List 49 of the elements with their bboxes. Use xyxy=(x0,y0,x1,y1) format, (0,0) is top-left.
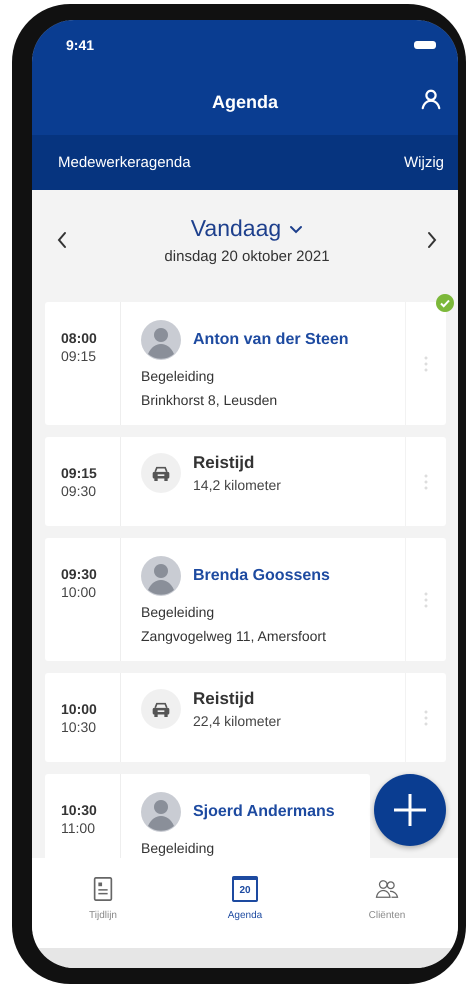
end-time: 09:15 xyxy=(61,348,98,364)
end-time: 09:30 xyxy=(61,483,98,499)
start-time: 10:00 xyxy=(61,701,98,717)
previous-day-icon[interactable] xyxy=(56,230,68,250)
start-time: 09:15 xyxy=(61,465,98,481)
client-name[interactable]: Anton van der Steen xyxy=(193,331,349,349)
nav-tab[interactable]: 20 Agenda xyxy=(205,876,285,921)
client-name[interactable]: Brenda Goossens xyxy=(193,567,330,585)
calendar-icon: 20 xyxy=(232,876,258,902)
car-icon xyxy=(141,453,181,493)
address-text: Brinkhorst 8, Leusden xyxy=(141,392,278,408)
end-time: 10:00 xyxy=(61,584,98,600)
distance-text: 14,2 kilometer xyxy=(193,477,281,493)
start-time: 09:30 xyxy=(61,566,98,582)
appointment-card[interactable]: 09:30 10:00 Brenda Goossens Begeleiding Zangvogelweg 11, Amersfoort xyxy=(45,538,446,661)
avatar-icon xyxy=(141,320,181,360)
date-text: dinsdag 20 oktober 2021 xyxy=(164,248,330,265)
appointment-type: Begeleiding xyxy=(141,368,216,384)
edit-link[interactable]: Wijzig xyxy=(404,154,444,171)
address-text: Zangvogelweg 11, Amersfoort xyxy=(141,628,327,644)
screen-title: Agenda xyxy=(212,92,278,113)
end-time: 10:30 xyxy=(61,719,98,735)
distance-text: 22,4 kilometer xyxy=(193,713,281,729)
appointment-type: Begeleiding xyxy=(141,840,216,856)
appointment-card[interactable]: 08:00 09:15 Anton van der Steen Begeleiding Brinkhorst 8, Leusden xyxy=(45,302,446,425)
travel-title: Reistijd xyxy=(193,453,256,473)
appointment-type: Begeleiding xyxy=(141,604,216,620)
avatar-icon xyxy=(141,792,181,832)
add-button[interactable] xyxy=(374,774,446,846)
avatar-icon xyxy=(141,556,181,596)
document-icon xyxy=(91,876,115,902)
next-day-icon[interactable] xyxy=(426,230,438,250)
appointment-card[interactable]: 10:30 11:00 Sjoerd Andermans Begeleiding xyxy=(45,774,370,858)
caret-icon xyxy=(289,224,304,234)
date-dropdown[interactable]: Vandaag xyxy=(190,215,304,242)
battery-icon xyxy=(414,41,436,49)
end-time: 11:00 xyxy=(61,820,96,836)
travel-title: Reistijd xyxy=(193,689,256,709)
start-time: 10:30 xyxy=(61,802,98,818)
client-name[interactable]: Sjoerd Andermans xyxy=(193,803,335,821)
appointment-card[interactable]: 10:00 10:30 Reistijd 22,4 kilometer xyxy=(45,673,446,762)
car-icon xyxy=(141,689,181,729)
start-time: 08:00 xyxy=(61,330,98,346)
agenda-label: Medewerkeragenda xyxy=(58,154,191,171)
nav-tab[interactable]: Cliënten xyxy=(347,876,427,921)
user-icon[interactable] xyxy=(420,88,442,110)
appointment-card[interactable]: 09:15 09:30 Reistijd 14,2 kilometer xyxy=(45,437,446,526)
status-time: 9:41 xyxy=(66,37,94,53)
nav-tab[interactable]: Tijdlijn xyxy=(63,876,143,921)
